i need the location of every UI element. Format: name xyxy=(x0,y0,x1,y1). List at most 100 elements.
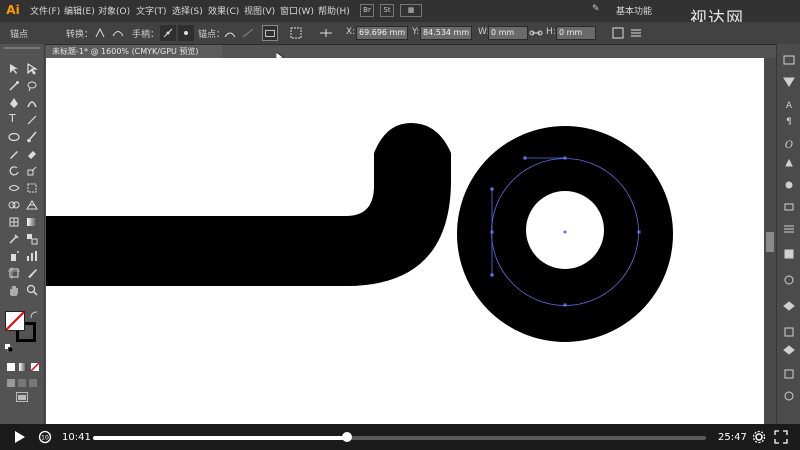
svg-text:10: 10 xyxy=(41,435,49,442)
draw-mode-icons[interactable] xyxy=(7,378,37,388)
play-icon[interactable] xyxy=(14,431,26,443)
menu-type[interactable]: 文字(T) xyxy=(136,4,167,17)
constrain-proportions-icon[interactable] xyxy=(528,25,544,41)
line-tool-icon[interactable] xyxy=(26,114,38,126)
handle-point xyxy=(490,187,494,191)
pen-tool-icon[interactable] xyxy=(8,97,20,109)
paintbrush-icon[interactable] xyxy=(26,131,38,143)
show-handles-icon[interactable] xyxy=(160,25,176,41)
width-tool-icon[interactable] xyxy=(8,182,20,194)
svg-text:A: A xyxy=(786,101,793,111)
bridge-button[interactable]: Br xyxy=(360,4,374,17)
zoom-icon[interactable] xyxy=(26,284,38,296)
menu-help[interactable]: 帮助(H) xyxy=(318,4,350,17)
convert-label: 转换： xyxy=(66,30,94,40)
anchor-point xyxy=(563,303,567,307)
fullscreen-icon[interactable] xyxy=(774,430,788,444)
mesh-icon[interactable] xyxy=(8,216,20,228)
document-tab[interactable]: 未标题-1* @ 1600% (CMYK/GPU 预览) xyxy=(46,45,222,58)
handles-label: 手柄： xyxy=(132,30,160,40)
menu-select[interactable]: 选择(S) xyxy=(172,4,203,17)
menu-view[interactable]: 视图(V) xyxy=(244,4,275,17)
shape-builder-icon[interactable] xyxy=(8,199,20,211)
gradient-icon[interactable] xyxy=(26,216,38,228)
menu-object[interactable]: 对象(O) xyxy=(98,4,130,17)
replay-icon[interactable]: 10 xyxy=(38,430,52,444)
y-label: Y: xyxy=(412,27,420,37)
eraser-icon[interactable] xyxy=(26,148,38,160)
column-graph-icon[interactable] xyxy=(26,250,38,262)
align-icon[interactable] xyxy=(318,25,334,41)
artboard-icon[interactable] xyxy=(8,267,20,279)
perspective-grid-icon[interactable] xyxy=(26,199,38,211)
menu-edit[interactable]: 编辑(E) xyxy=(64,4,95,17)
height-field[interactable]: 0 mm xyxy=(556,26,596,40)
free-transform-icon[interactable] xyxy=(26,182,38,194)
anchor-point xyxy=(637,230,641,234)
workspace-switcher[interactable]: 基本功能 xyxy=(616,4,652,17)
progress-knob[interactable] xyxy=(342,432,352,442)
none-mode-icon[interactable] xyxy=(31,363,39,371)
app-logo: Ai xyxy=(6,3,20,17)
settings-icon[interactable] xyxy=(752,430,766,444)
vertical-scrollbar-thumb[interactable] xyxy=(766,232,774,252)
x-coordinate-field[interactable]: 69.696 mm xyxy=(356,26,408,40)
selection-label: 锚点 xyxy=(10,30,29,40)
handle-point xyxy=(490,273,494,277)
menu-effect[interactable]: 效果(C) xyxy=(208,4,239,17)
connect-anchor-icon[interactable] xyxy=(240,25,256,41)
cut-path-icon[interactable] xyxy=(262,25,278,41)
remove-anchor-icon[interactable] xyxy=(222,25,238,41)
document-tab-title: 未标题-1* @ 1600% (CMYK/GPU 预览) xyxy=(52,47,199,56)
tools-panel: T xyxy=(0,44,45,424)
menu-window[interactable]: 窗口(W) xyxy=(280,4,314,17)
ellipse-tool-icon[interactable] xyxy=(8,131,20,143)
artwork xyxy=(46,123,673,342)
isolate-icon[interactable] xyxy=(288,25,304,41)
width-field[interactable]: 0 mm xyxy=(488,26,528,40)
eyedropper-icon[interactable] xyxy=(8,233,20,245)
magic-wand-icon[interactable] xyxy=(8,80,20,92)
control-bar: 锚点 转换： 手柄： 锚点： X: 69.696 mm Y: 84.534 mm… xyxy=(0,22,800,64)
curvature-icon[interactable] xyxy=(26,97,38,109)
anchor-label: 锚点： xyxy=(198,30,226,40)
svg-text:¶: ¶ xyxy=(786,117,792,127)
menu-bar: Ai 文件(F) 编辑(E) 对象(O) 文字(T) 选择(S) 效果(C) 视… xyxy=(0,0,800,29)
selection-tool-icon[interactable] xyxy=(8,63,20,75)
svg-text:O: O xyxy=(785,140,793,151)
progress-fill xyxy=(93,436,347,440)
transform-icon[interactable] xyxy=(610,25,626,41)
panel-menu-icon[interactable] xyxy=(628,25,644,41)
fill-swatch-icon[interactable] xyxy=(5,311,25,331)
hide-handles-icon[interactable] xyxy=(178,25,194,41)
feather-icon: ✎ xyxy=(592,4,600,14)
stock-button[interactable]: St xyxy=(380,4,394,17)
arrange-documents-button[interactable]: ▦ xyxy=(400,4,422,17)
handle-point xyxy=(523,156,527,160)
lasso-icon[interactable] xyxy=(26,80,38,92)
symbol-sprayer-icon[interactable] xyxy=(8,250,20,262)
artboard-canvas[interactable] xyxy=(46,58,764,424)
direct-selection-tool-icon[interactable] xyxy=(26,63,38,75)
screen-mode-icon[interactable] xyxy=(16,392,28,402)
menu-file[interactable]: 文件(F) xyxy=(30,4,60,17)
slice-icon[interactable] xyxy=(26,267,38,279)
rotate-icon[interactable] xyxy=(8,165,20,177)
x-label: X: xyxy=(346,27,356,37)
swap-fill-stroke-icon[interactable] xyxy=(30,311,38,319)
scale-icon[interactable] xyxy=(26,165,38,177)
default-colors-icon[interactable] xyxy=(5,344,13,352)
hook-stroke-shape xyxy=(46,123,451,286)
hand-icon[interactable] xyxy=(8,284,20,296)
pencil-icon[interactable] xyxy=(8,148,20,160)
gradient-mode-icon[interactable] xyxy=(19,363,27,371)
type-tool-icon[interactable]: T xyxy=(9,112,16,125)
blend-icon[interactable] xyxy=(26,233,38,245)
convert-corner-icon[interactable] xyxy=(92,25,108,41)
convert-smooth-icon[interactable] xyxy=(110,25,126,41)
panel-icons[interactable]: A ¶ O xyxy=(777,44,800,424)
color-mode-icon[interactable] xyxy=(7,363,15,371)
anchor-point xyxy=(563,156,567,160)
y-coordinate-field[interactable]: 84.534 mm xyxy=(420,26,472,40)
current-time: 10:41 xyxy=(62,432,91,443)
